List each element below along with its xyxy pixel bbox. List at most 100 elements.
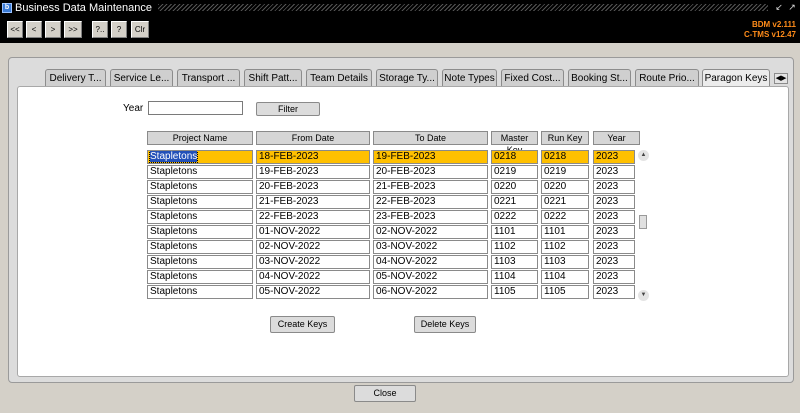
cell-run-key[interactable]: 0218 — [541, 150, 589, 164]
scroll-up-icon[interactable]: ▲ — [638, 150, 649, 161]
cell-project-name[interactable]: Stapletons — [147, 210, 253, 224]
cell-from-date[interactable]: 03-NOV-2022 — [256, 255, 370, 269]
scroll-thumb[interactable] — [639, 215, 647, 229]
last-record-button[interactable]: >> — [64, 21, 82, 38]
tab-delivery-types[interactable]: Delivery T... — [45, 69, 106, 87]
cell-to-date[interactable]: 06-NOV-2022 — [373, 285, 488, 299]
cell-from-date[interactable]: 01-NOV-2022 — [256, 225, 370, 239]
cell-project-name[interactable]: Stapletons — [147, 180, 253, 194]
cell-project-name[interactable]: Stapletons — [147, 285, 253, 299]
cell-project-name[interactable]: Stapletons — [147, 195, 253, 209]
cell-master-key[interactable]: 0219 — [491, 165, 538, 179]
help-button[interactable]: ? — [111, 21, 127, 38]
cell-master-key[interactable]: 1103 — [491, 255, 538, 269]
cell-from-date[interactable]: 20-FEB-2023 — [256, 180, 370, 194]
cell-year[interactable]: 2023 — [593, 255, 635, 269]
cell-project-name[interactable]: Stapletons — [147, 225, 253, 239]
cell-from-date[interactable]: 04-NOV-2022 — [256, 270, 370, 284]
cell-from-date[interactable]: 19-FEB-2023 — [256, 165, 370, 179]
next-record-button[interactable]: > — [45, 21, 61, 38]
cell-run-key[interactable]: 0221 — [541, 195, 589, 209]
cell-master-key[interactable]: 0221 — [491, 195, 538, 209]
minimize-icon[interactable]: ↙ — [774, 2, 784, 13]
table-scrollbar[interactable]: ▲ ▼ — [638, 150, 649, 301]
cell-project-name[interactable]: Stapletons — [147, 270, 253, 284]
cell-to-date[interactable]: 19-FEB-2023 — [373, 150, 488, 164]
bdm-version: BDM v2.111 — [751, 20, 796, 29]
cell-master-key[interactable]: 1102 — [491, 240, 538, 254]
close-button[interactable]: Close — [354, 385, 416, 402]
cell-to-date[interactable]: 20-FEB-2023 — [373, 165, 488, 179]
cell-year[interactable]: 2023 — [593, 165, 635, 179]
cell-master-key[interactable]: 0218 — [491, 150, 538, 164]
cell-year[interactable]: 2023 — [593, 180, 635, 194]
tab-scroll-icon[interactable]: ◀▶ — [774, 73, 788, 84]
cell-year[interactable]: 2023 — [593, 270, 635, 284]
column-header-project-name: Project Name — [147, 131, 253, 145]
cell-run-key[interactable]: 1104 — [541, 270, 589, 284]
cell-from-date[interactable]: 18-FEB-2023 — [256, 150, 370, 164]
toolbar: << < > >> ?.. ? Clr BDM v2.111 C-TMS v12… — [0, 15, 800, 43]
cell-to-date[interactable]: 02-NOV-2022 — [373, 225, 488, 239]
cell-master-key[interactable]: 0220 — [491, 180, 538, 194]
cell-year[interactable]: 2023 — [593, 150, 635, 164]
first-record-button[interactable]: << — [7, 21, 23, 38]
tab-note-types[interactable]: Note Types — [442, 69, 497, 87]
title-bar-grip — [157, 4, 768, 11]
tab-booking-status[interactable]: Booking St... — [568, 69, 631, 87]
cell-project-name[interactable]: Stapletons — [147, 255, 253, 269]
tab-service-levels[interactable]: Service Le... — [110, 69, 173, 87]
filter-button[interactable]: Filter — [256, 102, 320, 116]
tab-route-priority[interactable]: Route Prio... — [635, 69, 699, 87]
cell-run-key[interactable]: 1103 — [541, 255, 589, 269]
cell-run-key[interactable]: 0220 — [541, 180, 589, 194]
cell-year[interactable]: 2023 — [593, 195, 635, 209]
ctms-version: C-TMS v12.47 — [743, 30, 796, 39]
tab-fixed-costs[interactable]: Fixed Cost... — [501, 69, 564, 87]
tab-storage-types[interactable]: Storage Ty... — [376, 69, 438, 87]
cell-year[interactable]: 2023 — [593, 225, 635, 239]
cell-year[interactable]: 2023 — [593, 240, 635, 254]
cell-project-name[interactable]: Stapletons — [147, 165, 253, 179]
cell-to-date[interactable]: 03-NOV-2022 — [373, 240, 488, 254]
cell-run-key[interactable]: 1105 — [541, 285, 589, 299]
cell-master-key[interactable]: 0222 — [491, 210, 538, 224]
column-header-year: Year — [593, 131, 640, 145]
tab-team-details[interactable]: Team Details — [306, 69, 372, 87]
year-label: Year — [123, 103, 144, 114]
clear-button[interactable]: Clr — [131, 21, 149, 38]
cell-to-date[interactable]: 05-NOV-2022 — [373, 270, 488, 284]
app-icon: b — [2, 2, 12, 13]
cell-run-key[interactable]: 1101 — [541, 225, 589, 239]
cell-to-date[interactable]: 23-FEB-2023 — [373, 210, 488, 224]
window-title: Business Data Maintenance — [15, 1, 152, 14]
cell-run-key[interactable]: 1102 — [541, 240, 589, 254]
cell-from-date[interactable]: 05-NOV-2022 — [256, 285, 370, 299]
column-header-master-key: Master Key — [491, 131, 538, 155]
cell-project-name[interactable]: Stapletons — [147, 240, 253, 254]
scroll-down-icon[interactable]: ▼ — [638, 290, 649, 301]
cell-to-date[interactable]: 21-FEB-2023 — [373, 180, 488, 194]
cell-to-date[interactable]: 22-FEB-2023 — [373, 195, 488, 209]
cell-year[interactable]: 2023 — [593, 210, 635, 224]
create-keys-button[interactable]: Create Keys — [270, 316, 335, 333]
cell-from-date[interactable]: 21-FEB-2023 — [256, 195, 370, 209]
cell-master-key[interactable]: 1101 — [491, 225, 538, 239]
cell-run-key[interactable]: 0219 — [541, 165, 589, 179]
cell-year[interactable]: 2023 — [593, 285, 635, 299]
delete-keys-button[interactable]: Delete Keys — [414, 316, 476, 333]
year-input[interactable] — [148, 101, 243, 115]
cell-run-key[interactable]: 0222 — [541, 210, 589, 224]
tab-shift-patterns[interactable]: Shift Patt... — [244, 69, 302, 87]
cell-master-key[interactable]: 1104 — [491, 270, 538, 284]
cell-from-date[interactable]: 22-FEB-2023 — [256, 210, 370, 224]
previous-record-button[interactable]: < — [26, 21, 42, 38]
tab-transport[interactable]: Transport ... — [177, 69, 240, 87]
cell-master-key[interactable]: 1105 — [491, 285, 538, 299]
cell-to-date[interactable]: 04-NOV-2022 — [373, 255, 488, 269]
column-header-from-date: From Date — [256, 131, 370, 145]
cell-from-date[interactable]: 02-NOV-2022 — [256, 240, 370, 254]
maximize-icon[interactable]: ↗ — [787, 2, 797, 13]
list-values-button[interactable]: ?.. — [92, 21, 108, 38]
cell-project-name[interactable]: Stapletons — [147, 150, 253, 164]
